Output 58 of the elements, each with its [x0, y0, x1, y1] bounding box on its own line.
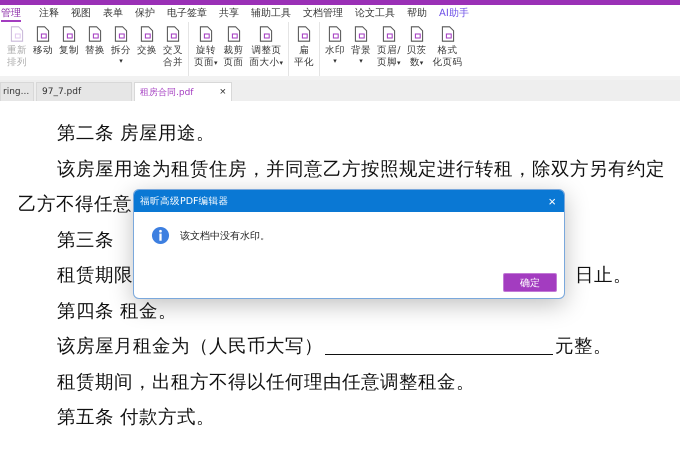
- close-button[interactable]: ×: [220, 86, 226, 98]
- document-text: 日止。: [575, 264, 632, 288]
- document-icon: [87, 25, 103, 43]
- document-text: 乙方不得任意: [18, 193, 132, 216]
- menu-tab[interactable]: AI助手: [439, 6, 469, 22]
- document-icon: [35, 25, 51, 43]
- tab-title: ring...: [3, 87, 30, 97]
- document-text: 该房屋用途为租赁住房，并同意乙方按照规定进行转租，除双方另有约定: [57, 158, 665, 181]
- document-icon: [408, 25, 425, 43]
- document-icon: [380, 25, 397, 43]
- document-icon: [440, 25, 456, 43]
- document-text: 该房屋月租金为（人民币大写）: [57, 335, 323, 358]
- document-text: 第二条 房屋用途。: [57, 122, 215, 146]
- document-text: 第三条: [57, 228, 114, 252]
- toolbar-button[interactable]: 格式 化页码: [430, 24, 466, 76]
- document-icon: [9, 25, 25, 43]
- ok-button[interactable]: 确定: [503, 273, 557, 292]
- menu-tab[interactable]: 帮助: [407, 6, 427, 22]
- document-icon: [61, 25, 77, 43]
- menu-tab[interactable]: 论文工具: [355, 6, 395, 22]
- toolbar-button[interactable]: 交换: [134, 24, 160, 76]
- toolbar-button[interactable]: 复制: [56, 24, 82, 76]
- document-text: 第四条 租金。: [57, 300, 177, 323]
- document-icon: [165, 25, 181, 43]
- toolbar-button[interactable]: 裁剪 页面: [220, 24, 247, 76]
- menu-tab[interactable]: 辅助工具: [251, 6, 291, 22]
- document-text: 第五条 付款方式。: [57, 406, 215, 430]
- document-text: 租赁期间，出租方不得以任何理由任意调整租金。: [57, 370, 475, 394]
- menu-tab[interactable]: 视图: [71, 6, 91, 22]
- menu-tab[interactable]: 表单: [103, 6, 123, 22]
- document-icon: [353, 25, 370, 43]
- info-icon: [151, 226, 170, 245]
- dialog-title: 福昕高级PDF编辑器: [140, 194, 229, 208]
- toolbar-button[interactable]: 交叉 合并: [160, 24, 186, 76]
- toolbar-button[interactable]: 替换: [82, 24, 108, 76]
- menu-tab[interactable]: 保护: [135, 6, 155, 22]
- close-button[interactable]: ×: [548, 194, 556, 208]
- toolbar-button[interactable]: 扁 平化: [291, 24, 318, 76]
- document-text: 元整。: [555, 335, 612, 358]
- menu-tab[interactable]: 文档管理: [303, 6, 343, 22]
- menu-tab[interactable]: 电子签章: [167, 6, 207, 22]
- document-icon: [226, 25, 242, 43]
- document-tab[interactable]: 租房合同.pdf ×: [134, 82, 232, 101]
- menu-tab[interactable]: 注释: [39, 6, 59, 22]
- document-icon: [198, 25, 214, 43]
- menu-tab[interactable]: 共享: [219, 6, 239, 22]
- document-icon: [113, 25, 129, 43]
- toolbar-button[interactable]: 移动: [30, 24, 56, 76]
- document-icon: [258, 25, 274, 43]
- tab-title: 租房合同.pdf: [140, 86, 194, 98]
- document-icon: [327, 25, 344, 43]
- document-text: 租赁期限: [57, 264, 133, 288]
- dialog-message: 该文档中没有水印。: [180, 230, 270, 242]
- tab-title: 97_7.pdf: [42, 87, 82, 97]
- document-tab[interactable]: ring...: [0, 82, 34, 101]
- document-icon: [296, 25, 312, 43]
- document-icon: [139, 25, 155, 43]
- document-tab[interactable]: 97_7.pdf: [36, 82, 132, 101]
